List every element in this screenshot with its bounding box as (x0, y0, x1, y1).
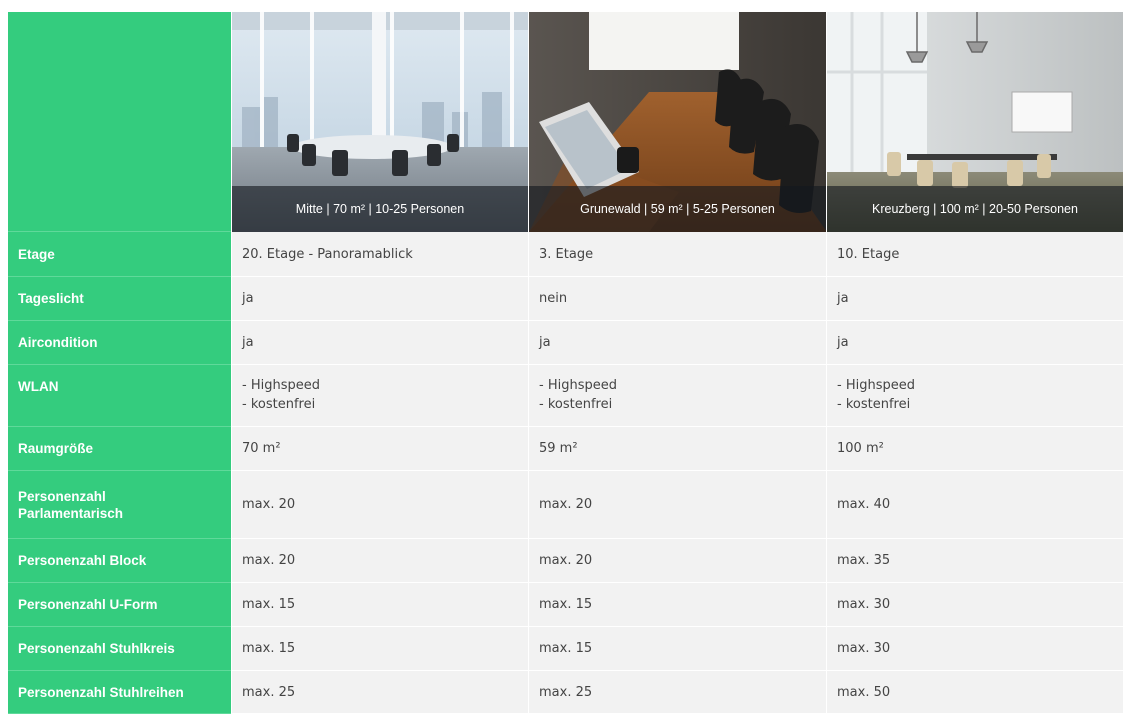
wlan-line: - kostenfrei (539, 397, 613, 412)
row-label-etage: Etage (8, 232, 231, 277)
row-label-uform: Personenzahl U-Form (8, 583, 231, 627)
cell-uform-grunewald: max. 15 (528, 583, 826, 627)
wlan-line: - Highspeed (837, 378, 915, 393)
cell-block-mitte: max. 20 (231, 539, 528, 583)
label-line: Parlamentarisch (18, 505, 124, 521)
cell-aircondition-mitte: ja (231, 321, 528, 365)
cell-uform-mitte: max. 15 (231, 583, 528, 627)
wlan-line: - Highspeed (539, 378, 617, 393)
cell-stuhlreihen-mitte: max. 25 (231, 671, 528, 714)
cell-wlan-grunewald: - Highspeed - kostenfrei (528, 365, 826, 427)
label-line: Personenzahl (18, 488, 106, 504)
cell-etage-grunewald: 3. Etage (528, 232, 826, 277)
row-label-stuhlkreis: Personenzahl Stuhlkreis (8, 627, 231, 671)
room-caption-grunewald: Grunewald | 59 m² | 5-25 Personen (529, 186, 826, 232)
cell-tageslicht-mitte: ja (231, 277, 528, 321)
corner-cell (8, 12, 231, 232)
cell-parlamentarisch-mitte: max. 20 (231, 471, 528, 539)
cell-tageslicht-grunewald: nein (528, 277, 826, 321)
cell-wlan-kreuzberg: - Highspeed - kostenfrei (826, 365, 1123, 427)
cell-etage-mitte: 20. Etage - Panoramablick (231, 232, 528, 277)
cell-parlamentarisch-grunewald: max. 20 (528, 471, 826, 539)
cell-stuhlkreis-grunewald: max. 15 (528, 627, 826, 671)
row-label-block: Personenzahl Block (8, 539, 231, 583)
cell-stuhlkreis-mitte: max. 15 (231, 627, 528, 671)
cell-tageslicht-kreuzberg: ja (826, 277, 1123, 321)
cell-wlan-mitte: - Highspeed - kostenfrei (231, 365, 528, 427)
wlan-line: - kostenfrei (837, 397, 911, 412)
wlan-line: - Highspeed (242, 378, 320, 393)
cell-parlamentarisch-kreuzberg: max. 40 (826, 471, 1123, 539)
room-photo-mitte[interactable]: Mitte | 70 m² | 10-25 Personen (231, 12, 528, 232)
cell-uform-kreuzberg: max. 30 (826, 583, 1123, 627)
row-label-wlan: WLAN (8, 365, 231, 427)
row-label-stuhlreihen: Personenzahl Stuhlreihen (8, 671, 231, 714)
cell-raumgroesse-grunewald: 59 m² (528, 427, 826, 471)
row-label-tageslicht: Tageslicht (8, 277, 231, 321)
cell-aircondition-grunewald: ja (528, 321, 826, 365)
cell-etage-kreuzberg: 10. Etage (826, 232, 1123, 277)
room-photo-grunewald[interactable]: Grunewald | 59 m² | 5-25 Personen (528, 12, 826, 232)
cell-stuhlkreis-kreuzberg: max. 30 (826, 627, 1123, 671)
room-caption-kreuzberg: Kreuzberg | 100 m² | 20-50 Personen (827, 186, 1123, 232)
row-label-parlamentarisch: Personenzahl Parlamentarisch (8, 471, 231, 539)
wlan-line: - kostenfrei (242, 397, 316, 412)
row-label-aircondition: Aircondition (8, 321, 231, 365)
cell-block-kreuzberg: max. 35 (826, 539, 1123, 583)
room-caption-mitte: Mitte | 70 m² | 10-25 Personen (232, 186, 528, 232)
cell-raumgroesse-kreuzberg: 100 m² (826, 427, 1123, 471)
room-photo-kreuzberg[interactable]: Kreuzberg | 100 m² | 20-50 Personen (826, 12, 1123, 232)
row-label-raumgroesse: Raumgröße (8, 427, 231, 471)
cell-aircondition-kreuzberg: ja (826, 321, 1123, 365)
cell-stuhlreihen-kreuzberg: max. 50 (826, 671, 1123, 714)
cell-raumgroesse-mitte: 70 m² (231, 427, 528, 471)
cell-block-grunewald: max. 20 (528, 539, 826, 583)
room-comparison-table: Mitte | 70 m² | 10-25 Personen Grunewald… (8, 12, 1123, 714)
cell-stuhlreihen-grunewald: max. 25 (528, 671, 826, 714)
